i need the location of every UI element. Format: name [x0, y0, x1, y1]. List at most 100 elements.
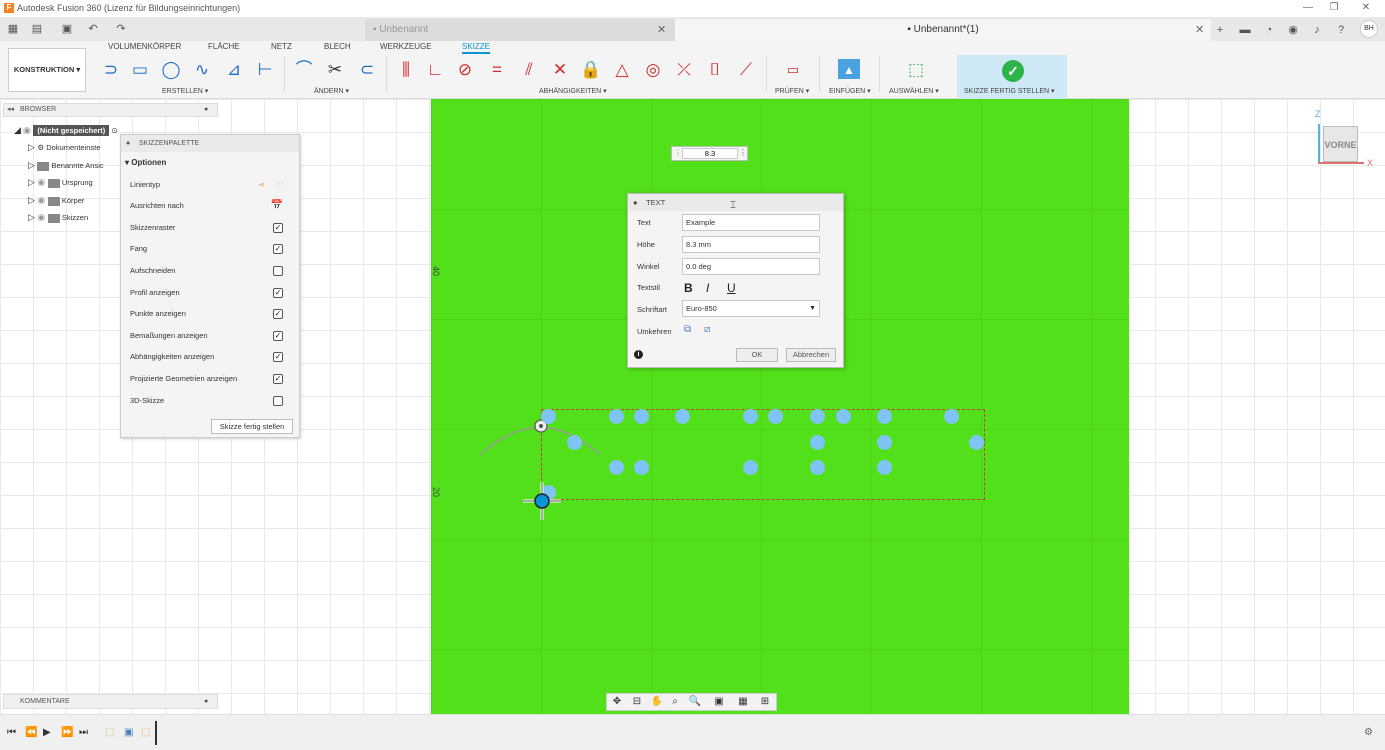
- checkbox-projizierte-geometrien[interactable]: ✓: [273, 374, 283, 384]
- tree-item-dokumenteinstellungen[interactable]: ▷ ⚙ Dokumenteinste: [28, 139, 100, 155]
- timeline-settings-gear-icon[interactable]: ⚙: [1364, 727, 1373, 738]
- tree-item-benannte-ansichten[interactable]: ▷ Benannte Ansic: [28, 157, 104, 173]
- pin-icon[interactable]: ●: [204, 695, 208, 708]
- group-abhaengigkeiten[interactable]: ABHÄNGIGKEITEN ▾: [539, 87, 607, 95]
- group-aendern[interactable]: ÄNDERN ▾: [314, 87, 349, 95]
- eye-hidden-icon[interactable]: ◉: [37, 177, 47, 187]
- height-input[interactable]: 8.3 mm: [682, 236, 820, 253]
- minimize-button[interactable]: —: [1298, 1, 1318, 15]
- text-input[interactable]: Example: [682, 214, 820, 231]
- symmetry-icon[interactable]: ⌷: [704, 59, 726, 81]
- insert-image-icon[interactable]: ▲: [838, 59, 860, 79]
- orbit-icon[interactable]: ✥: [609, 695, 625, 709]
- concentric-icon[interactable]: ◎: [642, 59, 664, 81]
- tree-item-skizzen[interactable]: ▷ ◉ Skizzen: [28, 209, 88, 225]
- trim-icon[interactable]: ✂: [324, 59, 346, 81]
- eye-icon[interactable]: ◉: [37, 195, 47, 205]
- save-icon[interactable]: ▣: [60, 22, 74, 36]
- redo-icon[interactable]: ↷: [114, 22, 128, 36]
- palette-header[interactable]: ● SKIZZENPALETTE: [121, 135, 299, 152]
- drag-handle-icon[interactable]: ⋮: [674, 148, 682, 157]
- fix-lock-icon[interactable]: 🔒: [580, 59, 602, 81]
- group-pruefen[interactable]: PRÜFEN ▾: [775, 87, 809, 95]
- checkbox-fang[interactable]: ✓: [273, 244, 283, 254]
- restore-button[interactable]: ❐: [1324, 1, 1344, 15]
- flip-vertical-icon[interactable]: ⧄: [704, 324, 710, 335]
- checkbox-profil-anzeigen[interactable]: ✓: [273, 288, 283, 298]
- move-manipulator-icon[interactable]: [521, 480, 563, 522]
- viewports-icon[interactable]: ⊞: [757, 695, 773, 709]
- options-section-toggle[interactable]: ▾ Optionen: [125, 158, 166, 167]
- tab-blech[interactable]: BLECH: [324, 42, 351, 51]
- grid-settings-icon[interactable]: ▦: [735, 695, 751, 709]
- zoom-icon[interactable]: 🔍: [687, 695, 703, 709]
- new-tab-icon[interactable]: +: [1212, 22, 1228, 38]
- dimension-input[interactable]: [682, 148, 738, 159]
- circle-icon[interactable]: ◯: [160, 59, 182, 81]
- select-window-icon[interactable]: ⬚: [905, 59, 927, 81]
- eye-icon[interactable]: ◉: [37, 212, 47, 222]
- parallel-icon[interactable]: ⫽: [518, 59, 540, 81]
- checkbox-punkte-anzeigen[interactable]: ✓: [273, 309, 283, 319]
- tree-item-ursprung[interactable]: ▷ ◉ Ursprung: [28, 174, 93, 190]
- checkbox-bemassungen-anzeigen[interactable]: ✓: [273, 331, 283, 341]
- tab-volumenkoerper[interactable]: VOLUMENKÖRPER: [108, 42, 181, 51]
- midpoint-icon[interactable]: ⤫: [673, 59, 695, 81]
- step-forward-icon[interactable]: ⏩: [61, 727, 73, 738]
- minimize-dot-icon[interactable]: ●: [633, 194, 638, 211]
- collinear-icon[interactable]: ✕: [549, 59, 571, 81]
- centerline-icon[interactable]: ⬚: [277, 178, 284, 192]
- step-back-icon[interactable]: ⏪: [25, 727, 37, 738]
- group-erstellen[interactable]: ERSTELLEN ▾: [162, 87, 208, 95]
- play-icon[interactable]: ▶: [43, 727, 51, 738]
- equal-icon[interactable]: =: [486, 59, 508, 81]
- font-select[interactable]: Euro-850 ▼: [682, 300, 820, 317]
- go-to-end-icon[interactable]: ⏭: [79, 727, 88, 738]
- tab-skizze[interactable]: SKIZZE: [462, 42, 491, 54]
- collapse-icon[interactable]: ◂◂: [7, 104, 14, 116]
- group-auswaehlen[interactable]: AUSWÄHLEN ▾: [889, 87, 939, 95]
- zoom-window-icon[interactable]: ⌕: [667, 695, 683, 709]
- tab-unbenannt-1[interactable]: ▪ Unbenannt*(1) ✕: [675, 19, 1211, 41]
- angle-input[interactable]: 0.0 deg: [682, 258, 820, 275]
- perpendicular-icon[interactable]: ∟: [424, 59, 446, 81]
- expand-icon[interactable]: ▷: [28, 160, 37, 170]
- italic-button[interactable]: I: [706, 281, 709, 295]
- pin-icon[interactable]: ●: [204, 104, 208, 116]
- data-panel-icon[interactable]: ▬: [1237, 22, 1253, 38]
- spline-icon[interactable]: ∿: [191, 59, 213, 81]
- finish-sketch-check-icon[interactable]: ✓: [1002, 60, 1024, 82]
- bold-button[interactable]: B: [684, 281, 693, 295]
- minimize-dot-icon[interactable]: ●: [126, 135, 130, 152]
- fillet-icon[interactable]: ⌒: [293, 59, 315, 81]
- timeline-sketch-icon[interactable]: ⬚: [141, 727, 150, 738]
- close-window-button[interactable]: ✕: [1356, 1, 1376, 15]
- extensions-icon[interactable]: ◉: [1285, 22, 1301, 38]
- tab-close-icon[interactable]: ✕: [657, 19, 666, 41]
- tab-close-icon[interactable]: ✕: [1195, 19, 1204, 41]
- group-skizze-fertig-stellen[interactable]: SKIZZE FERTIG STELLEN ▾: [964, 87, 1055, 95]
- timeline-body-icon[interactable]: ▣: [124, 727, 133, 738]
- browser-panel-header[interactable]: ◂◂ BROWSER ●: [3, 103, 218, 117]
- expand-icon[interactable]: ▷: [28, 195, 37, 205]
- undo-icon[interactable]: ↶: [86, 22, 100, 36]
- tab-unbenannt[interactable]: ▪ Unbenannt ✕: [365, 19, 675, 41]
- checkbox-skizzenraster[interactable]: ✓: [273, 223, 283, 233]
- checkbox-3d-skizze[interactable]: [273, 396, 283, 406]
- activate-icon[interactable]: ⊙: [111, 126, 117, 135]
- cancel-button[interactable]: Abbrechen: [786, 348, 836, 362]
- eye-icon[interactable]: ◉: [23, 125, 33, 135]
- display-settings-icon[interactable]: ▣: [711, 695, 727, 709]
- tree-item-koerper[interactable]: ▷ ◉ Körper: [28, 192, 84, 208]
- file-menu-icon[interactable]: ▤: [30, 22, 44, 36]
- ok-button[interactable]: OK: [736, 348, 778, 362]
- view-cube[interactable]: VORNE: [1323, 126, 1358, 162]
- more-options-icon[interactable]: ⋮: [739, 148, 747, 157]
- job-status-icon[interactable]: ◔: [1261, 22, 1277, 38]
- group-einfuegen[interactable]: EINFÜGEN ▾: [829, 87, 871, 95]
- underline-button[interactable]: U: [727, 281, 736, 295]
- construction-line-icon[interactable]: ⋖: [259, 178, 265, 192]
- rectangle-icon[interactable]: ▭: [129, 59, 151, 81]
- offset-icon[interactable]: ⊂: [356, 59, 378, 81]
- tab-netz[interactable]: NETZ: [271, 42, 292, 51]
